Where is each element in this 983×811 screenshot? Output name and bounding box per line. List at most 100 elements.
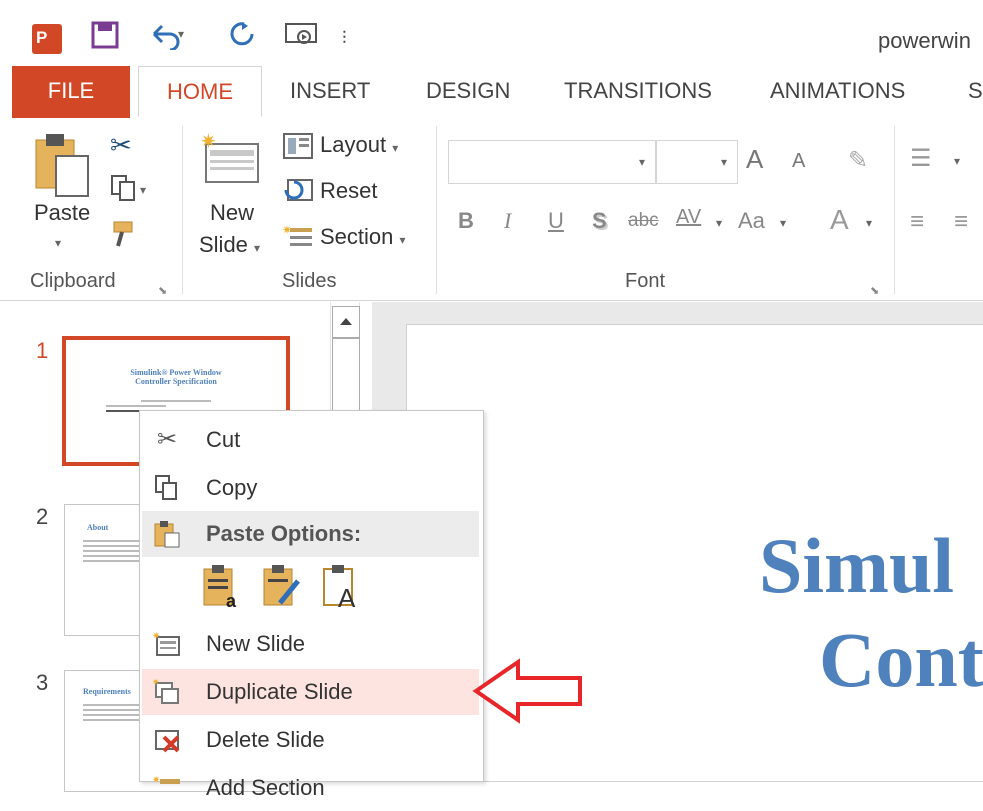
cut-icon[interactable]: ✂: [110, 130, 132, 161]
add-section-icon: ✷: [152, 773, 182, 803]
ribbon-tabs: FILE HOME INSERT DESIGN TRANSITIONS ANIM…: [0, 66, 983, 119]
grow-font-icon[interactable]: A: [746, 144, 763, 175]
menu-item-new-slide[interactable]: ✷ New Slide: [142, 621, 479, 667]
menu-item-duplicate-slide[interactable]: ✷ Duplicate Slide: [142, 669, 479, 715]
italic-button[interactable]: I: [504, 208, 511, 234]
tab-home[interactable]: HOME: [138, 66, 262, 117]
annotation-arrow-icon: [472, 658, 584, 724]
menu-item-delete-slide-label: Delete Slide: [206, 727, 325, 752]
align-center-icon[interactable]: ≡: [954, 208, 968, 236]
paste-use-destination-theme-icon[interactable]: a: [200, 563, 244, 614]
menu-item-cut-label: Cut: [206, 427, 241, 452]
font-size-box[interactable]: ▾: [656, 140, 738, 184]
slides-group-label: Slides: [282, 270, 337, 292]
title-bar: P ▾ ⫶ powerwin: [0, 0, 983, 66]
duplicate-slide-icon: ✷: [152, 677, 182, 707]
layout-icon[interactable]: [282, 132, 314, 165]
shadow-button[interactable]: S: [592, 208, 607, 234]
paste-dropdown-icon[interactable]: ▾: [55, 236, 61, 250]
thumb-1-title-1: Simulink® Power Window: [130, 368, 222, 377]
save-icon[interactable]: [90, 20, 120, 59]
bullets-dropdown-icon[interactable]: ▾: [954, 152, 960, 170]
delete-slide-icon: [152, 725, 182, 755]
copy-icon[interactable]: ▾: [110, 174, 150, 209]
slide-number-3: 3: [36, 670, 49, 695]
character-spacing-button[interactable]: AV: [676, 206, 701, 229]
menu-item-copy-label: Copy: [206, 475, 258, 500]
change-case-button[interactable]: Aa: [738, 208, 765, 234]
menu-item-new-slide-label: New Slide: [206, 631, 306, 656]
svg-text:▾: ▾: [140, 183, 146, 197]
tab-file[interactable]: FILE: [12, 66, 130, 118]
svg-text:✷: ✷: [200, 131, 217, 153]
menu-item-delete-slide[interactable]: Delete Slide: [142, 717, 479, 763]
tab-insert[interactable]: INSERT: [290, 66, 370, 118]
menu-item-add-section-label: Add Section: [206, 775, 325, 800]
paste-label[interactable]: Paste: [34, 200, 90, 226]
tab-animations[interactable]: ANIMATIONS: [770, 66, 905, 118]
redo-icon[interactable]: [228, 20, 258, 59]
underline-button[interactable]: U: [548, 208, 564, 234]
undo-icon[interactable]: ▾: [148, 20, 188, 59]
context-menu: ✂ Cut Copy Paste Options: a A ✷ New Slid…: [139, 410, 484, 800]
font-color-dropdown-icon[interactable]: ▾: [866, 214, 872, 232]
slide-title-line-1[interactable]: Simul: [759, 521, 954, 611]
powerpoint-app-icon[interactable]: P: [32, 24, 62, 54]
section-button[interactable]: Section ▾: [320, 224, 406, 250]
svg-text:✷: ✷: [282, 223, 292, 237]
new-slide-icon[interactable]: ✷: [200, 128, 262, 191]
shrink-font-icon[interactable]: A: [792, 150, 805, 173]
reset-button[interactable]: Reset: [320, 178, 377, 204]
slide-number-2: 2: [36, 504, 49, 529]
align-left-icon[interactable]: ≡: [910, 208, 924, 236]
ribbon-home: Paste ▾ ✂ ▾ Clipboard ⬊ ✷ New Slide ▾ La…: [0, 118, 983, 301]
bold-button[interactable]: B: [458, 208, 474, 234]
font-name-box[interactable]: ▾: [448, 140, 656, 184]
thumb-1-title-2: Controller Specification: [135, 377, 217, 386]
tab-design[interactable]: DESIGN: [426, 66, 510, 118]
layout-button[interactable]: Layout ▾: [320, 132, 398, 158]
new-slide-label-1[interactable]: New: [210, 200, 254, 226]
paste-keep-text-only-icon[interactable]: A: [320, 563, 364, 614]
svg-text:✷: ✷: [152, 631, 160, 642]
font-color-button[interactable]: A: [830, 204, 849, 236]
paste-icon[interactable]: [34, 132, 94, 203]
clear-formatting-icon[interactable]: ✎: [848, 146, 868, 175]
paste-options-header: Paste Options:: [142, 511, 479, 557]
font-group-label: Font: [625, 270, 666, 292]
clipboard-launcher-icon[interactable]: ⬊: [158, 284, 167, 297]
slide-title-line-2[interactable]: Cont: [819, 615, 983, 705]
font-launcher-icon[interactable]: ⬊: [870, 284, 879, 297]
slide-number-1: 1: [36, 338, 49, 363]
new-slide-icon: ✷: [152, 629, 182, 659]
scroll-up-button[interactable]: [332, 306, 360, 338]
menu-item-copy[interactable]: Copy: [142, 465, 479, 511]
menu-item-add-section[interactable]: ✷ Add Section: [142, 765, 479, 811]
presentation-from-start-icon[interactable]: [284, 20, 324, 59]
svg-text:a: a: [226, 591, 237, 609]
character-spacing-dropdown-icon[interactable]: ▾: [716, 214, 722, 232]
svg-text:A: A: [338, 583, 356, 609]
strikethrough-button[interactable]: abc: [628, 210, 659, 232]
menu-item-duplicate-slide-label: Duplicate Slide: [206, 679, 353, 704]
copy-icon: [152, 473, 182, 503]
svg-text:✷: ✷: [152, 677, 160, 687]
svg-text:▾: ▾: [178, 27, 184, 41]
paste-clipboard-icon: [152, 519, 182, 549]
change-case-dropdown-icon[interactable]: ▾: [780, 214, 786, 232]
clipboard-group-label: Clipboard: [30, 270, 116, 292]
tab-slideshow[interactable]: S: [968, 66, 983, 118]
paste-keep-source-formatting-icon[interactable]: [260, 563, 304, 614]
section-icon[interactable]: ✷: [282, 222, 314, 255]
tab-transitions[interactable]: TRANSITIONS: [564, 66, 712, 118]
paste-options-label: Paste Options:: [206, 521, 362, 546]
new-slide-label-2[interactable]: Slide ▾: [199, 232, 260, 258]
customize-toolbar-icon[interactable]: ⫶: [342, 20, 347, 56]
cut-icon: ✂: [156, 426, 178, 453]
reset-icon[interactable]: [282, 176, 314, 209]
svg-text:✷: ✷: [152, 775, 160, 786]
menu-item-cut[interactable]: ✂ Cut: [142, 417, 479, 463]
bullets-icon[interactable]: ☰: [910, 144, 932, 173]
window-title: powerwin: [878, 28, 971, 53]
format-painter-icon[interactable]: [110, 218, 142, 255]
